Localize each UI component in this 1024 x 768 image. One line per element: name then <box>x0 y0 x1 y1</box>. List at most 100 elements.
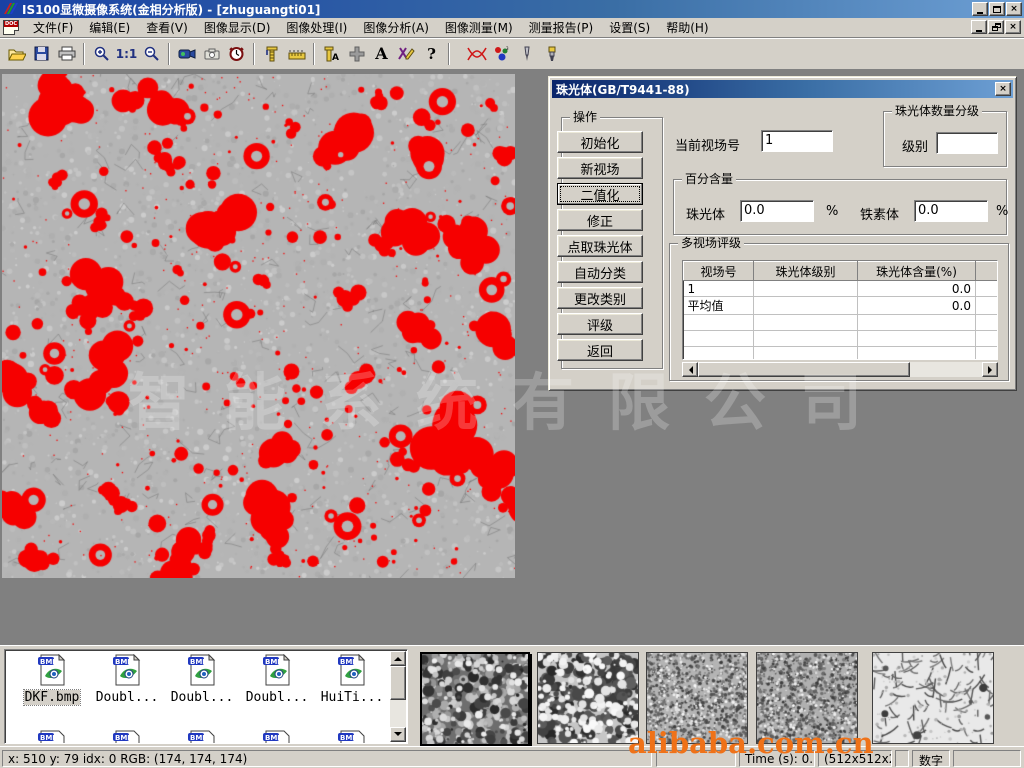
menu-image-process[interactable]: 图像处理(I) <box>278 17 355 38</box>
file-item[interactable]: BMP <box>90 730 164 744</box>
file-item[interactable]: BMP <box>240 730 314 744</box>
binarize-button[interactable]: 二值化 <box>557 183 643 205</box>
video-camera-icon[interactable] <box>174 41 199 67</box>
grade-input[interactable] <box>936 132 998 154</box>
file-item[interactable]: BMP Doubl... <box>240 654 314 705</box>
table-row[interactable]: 1 0.0 <box>684 281 999 297</box>
menu-measure-report[interactable]: 测量报告(P) <box>521 17 602 38</box>
dialog-close-icon[interactable]: × <box>995 82 1011 96</box>
change-class-button[interactable]: 更改类别 <box>557 287 643 309</box>
close-button[interactable]: × <box>1006 2 1022 16</box>
gray-cross-icon[interactable] <box>344 41 369 67</box>
thumbnail-image-3[interactable] <box>646 652 748 744</box>
thumbnail-image-2[interactable] <box>537 652 639 744</box>
red-spline-icon[interactable] <box>464 41 489 67</box>
mdi-close-button[interactable]: × <box>1005 20 1021 34</box>
zoom-out-icon[interactable] <box>139 41 164 67</box>
particle-count-icon[interactable]: 3 <box>489 41 514 67</box>
app-logo-icon <box>2 2 18 16</box>
help-question-icon[interactable]: ? <box>419 41 444 67</box>
caliper-annotate-icon[interactable]: A <box>319 41 344 67</box>
file-name[interactable]: DKF.bmp <box>24 690 81 705</box>
pen-probe-icon[interactable] <box>514 41 539 67</box>
file-item[interactable]: BMP <box>315 730 389 744</box>
dialog-title-bar[interactable]: 珠光体(GB/T9441-88) × <box>552 80 1013 98</box>
menu-image-display[interactable]: 图像显示(D) <box>196 17 279 38</box>
file-item[interactable]: BMP DKF.bmp <box>15 654 89 705</box>
auto-classify-button[interactable]: 自动分类 <box>557 261 643 283</box>
percent-group: 百分含量 珠光体 0.0 % 铁素体 0.0 % <box>673 179 1007 235</box>
edit-annotation-icon[interactable] <box>394 41 419 67</box>
scroll-up-icon[interactable] <box>390 651 406 666</box>
zoom-in-icon[interactable] <box>89 41 114 67</box>
file-item[interactable]: BMP <box>15 730 89 744</box>
current-field-input[interactable]: 1 <box>761 130 833 152</box>
scrollbar-track[interactable] <box>910 362 982 377</box>
thumbnail-image-5[interactable] <box>872 652 994 744</box>
col-pearlite-content[interactable]: 珠光体含量(%) <box>858 262 976 281</box>
open-folder-icon[interactable] <box>4 41 29 67</box>
metallographic-image-binarized[interactable] <box>2 74 515 578</box>
caliper-icon[interactable] <box>259 41 284 67</box>
save-floppy-icon[interactable] <box>29 41 54 67</box>
col-field-no[interactable]: 视场号 <box>684 262 754 281</box>
table-row <box>684 331 999 347</box>
file-item[interactable]: BMP Doubl... <box>165 654 239 705</box>
file-name[interactable]: HuiTi... <box>320 690 385 705</box>
pick-pearlite-button[interactable]: 点取珠光体 <box>557 235 643 257</box>
file-item[interactable]: BMP Doubl... <box>90 654 164 705</box>
grade-button[interactable]: 评级 <box>557 313 643 335</box>
menu-image-measure[interactable]: 图像测量(M) <box>437 17 521 38</box>
maximize-button[interactable] <box>989 2 1005 16</box>
ruler-icon[interactable] <box>284 41 309 67</box>
scroll-left-icon[interactable] <box>682 362 698 377</box>
scroll-down-icon[interactable] <box>390 727 406 742</box>
correct-button[interactable]: 修正 <box>557 209 643 231</box>
print-icon[interactable] <box>54 41 79 67</box>
return-button[interactable]: 返回 <box>557 339 643 361</box>
file-name[interactable]: Doubl... <box>170 690 235 705</box>
menu-file[interactable]: 文件(F) <box>25 17 81 38</box>
multifield-table[interactable]: 视场号 珠光体级别 珠光体含量(%) 铁素体 1 0.0 平均值 <box>682 260 998 360</box>
pearlite-input[interactable]: 0.0 <box>740 200 814 222</box>
brush-icon[interactable] <box>539 41 564 67</box>
timer-clock-icon[interactable] <box>224 41 249 67</box>
table-row[interactable]: 平均值 0.0 <box>684 297 999 315</box>
scroll-right-icon[interactable] <box>982 362 998 377</box>
file-list-scrollbar[interactable] <box>390 651 406 742</box>
table-horizontal-scrollbar[interactable] <box>682 362 998 377</box>
scrollbar-thumb[interactable] <box>698 362 910 377</box>
dialog-title: 珠光体(GB/T9441-88) <box>556 81 690 98</box>
toolbar-separator <box>313 43 315 65</box>
init-button[interactable]: 初始化 <box>557 131 643 153</box>
new-field-button[interactable]: 新视场 <box>557 157 643 179</box>
thumbnail-image-4[interactable] <box>756 652 858 744</box>
scrollbar-thumb[interactable] <box>390 666 406 700</box>
mdi-restore-button[interactable] <box>988 20 1004 34</box>
menu-image-analysis[interactable]: 图像分析(A) <box>355 17 437 38</box>
document-icon[interactable]: DOC <box>3 20 19 35</box>
minimize-button[interactable] <box>972 2 988 16</box>
file-name[interactable]: Doubl... <box>95 690 160 705</box>
snapshot-camera-icon[interactable] <box>199 41 224 67</box>
file-list[interactable]: BMP DKF.bmp BMP Doubl... BMP Doubl... BM… <box>4 649 408 744</box>
multifield-group: 多视场评级 视场号 珠光体级别 珠光体含量(%) 铁素体 1 0.0 <box>669 243 1009 381</box>
text-label-icon[interactable]: A <box>369 41 394 67</box>
col-pearlite-grade[interactable]: 珠光体级别 <box>754 262 858 281</box>
ferrite-label: 铁素体 <box>860 204 899 223</box>
application-window: IS100显微摄像系统(金相分析版) - [zhuguangti01] × DO… <box>0 0 1024 768</box>
menu-settings[interactable]: 设置(S) <box>601 17 658 38</box>
file-item[interactable]: BMP <box>165 730 239 744</box>
col-ferrite[interactable]: 铁素体 <box>976 262 999 281</box>
thumbnail-image-1[interactable] <box>420 652 530 746</box>
mdi-minimize-button[interactable] <box>971 20 987 34</box>
actual-size-1to1-icon[interactable]: 1:1 <box>114 41 139 67</box>
menu-edit[interactable]: 编辑(E) <box>81 17 138 38</box>
file-item[interactable]: BMP HuiTi... <box>315 654 389 705</box>
menu-help[interactable]: 帮助(H) <box>658 17 716 38</box>
ferrite-input[interactable]: 0.0 <box>914 200 988 222</box>
table-row <box>684 347 999 361</box>
toolbar: 1:1 A A <box>0 38 1024 70</box>
file-name[interactable]: Doubl... <box>245 690 310 705</box>
menu-view[interactable]: 查看(V) <box>138 17 196 38</box>
